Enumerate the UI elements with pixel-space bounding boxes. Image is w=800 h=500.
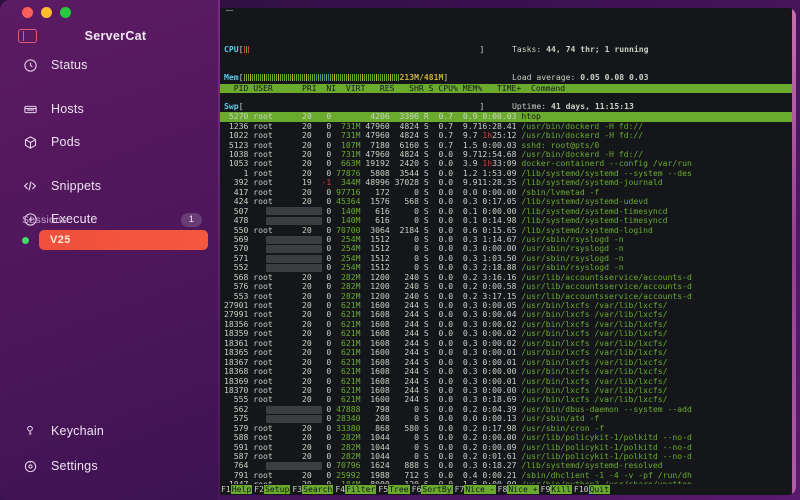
sidebar-item-label: Hosts xyxy=(51,102,84,116)
tasks-stat: Tasks: 44, 74 thr; 1 running xyxy=(512,43,649,55)
session-status-dot xyxy=(22,236,29,244)
sidebar-item-label: Settings xyxy=(51,459,98,473)
fn-label-f5[interactable]: Tree xyxy=(388,484,410,495)
sidebar-item-label: Snippets xyxy=(51,179,102,193)
fn-label-f7[interactable]: Nice - xyxy=(464,484,496,495)
session-list-item[interactable]: V25 xyxy=(0,230,220,250)
sidebar-item-pods[interactable]: Pods xyxy=(0,127,220,157)
sidebar-header: ServerCat xyxy=(0,24,220,48)
cpu-meter-bar xyxy=(243,45,480,53)
window-traffic-lights xyxy=(22,7,71,18)
sidebar-item-label: Keychain xyxy=(51,424,105,438)
sessions-label: Sessions xyxy=(22,214,68,226)
fn-label-f1[interactable]: Help xyxy=(230,484,253,495)
minimize-button[interactable] xyxy=(41,7,52,18)
code-icon xyxy=(22,178,38,194)
fn-label-f6[interactable]: SortBy xyxy=(421,484,453,495)
gauge-icon xyxy=(22,57,38,73)
app-window: ServerCat Status Hosts Pods Snippets Exe… xyxy=(0,0,800,500)
close-button[interactable] xyxy=(22,7,33,18)
fn-key-f3[interactable]: F3 xyxy=(291,484,303,495)
sidebar-item-label: Status xyxy=(51,58,88,72)
fn-label-f8[interactable]: Nice + xyxy=(507,484,539,495)
process-table-header: PID USER PRI NI VIRT RES SHR S CPU% MEM%… xyxy=(220,83,796,94)
tasks-value: 44, 74 thr; 1 running xyxy=(546,43,649,54)
terminal-titlebar xyxy=(220,8,796,14)
sidebar-item-hosts[interactable]: Hosts xyxy=(0,94,220,124)
fn-key-f9[interactable]: F9 xyxy=(539,484,551,495)
fn-label-f9[interactable]: Kill xyxy=(550,484,572,495)
sidebar-item-label: Pods xyxy=(51,135,81,149)
sidebar-item-keychain[interactable]: Keychain xyxy=(0,416,220,446)
app-title: ServerCat xyxy=(84,29,147,43)
server-icon xyxy=(22,101,38,117)
sidebar-panel-icon[interactable] xyxy=(18,29,37,43)
fn-key-f1[interactable]: F1 xyxy=(220,484,231,495)
fn-label-f4[interactable]: Filter xyxy=(345,484,377,495)
sessions-count-badge: 1 xyxy=(180,213,202,227)
tasks-label: Tasks: xyxy=(512,43,542,54)
sessions-header: Sessions 1 xyxy=(0,210,220,230)
sidebar-bottom-nav: Keychain Settings xyxy=(0,416,220,486)
fn-label-f2[interactable]: Setup xyxy=(264,484,291,495)
fn-key-f7[interactable]: F7 xyxy=(453,484,465,495)
zoom-button[interactable] xyxy=(60,7,71,18)
fn-label-f10[interactable]: Quit xyxy=(588,484,610,495)
fn-key-f6[interactable]: F6 xyxy=(410,484,422,495)
fn-key-f5[interactable]: F5 xyxy=(377,484,389,495)
fn-key-f10[interactable]: F10 xyxy=(572,484,589,495)
key-icon xyxy=(22,423,38,439)
gear-icon xyxy=(22,458,38,474)
sidebar-item-snippets[interactable]: Snippets xyxy=(0,171,220,201)
fn-key-f8[interactable]: F8 xyxy=(496,484,508,495)
cube-icon xyxy=(22,134,38,150)
sidebar-item-settings[interactable]: Settings xyxy=(0,451,220,481)
session-name[interactable]: V25 xyxy=(39,230,208,250)
process-rows[interactable]: 5270 root 20 0 29100 4206 3396 R 0.7 0.9… xyxy=(220,112,796,495)
fn-key-f4[interactable]: F4 xyxy=(334,484,346,495)
fn-label-f3[interactable]: Search xyxy=(302,484,334,495)
cpu-meter: CPU[] xyxy=(224,43,485,54)
sidebar-nav: Status Hosts Pods Snippets Execute xyxy=(0,50,220,237)
sidebar: ServerCat Status Hosts Pods Snippets Exe… xyxy=(0,0,220,500)
sidebar-item-status[interactable]: Status xyxy=(0,50,220,80)
fn-key-f2[interactable]: F2 xyxy=(253,484,264,495)
cpu-meter-label: CPU xyxy=(224,43,239,54)
terminal-dash xyxy=(226,10,233,11)
terminal-htop[interactable]: CPU[] Mem[213M/481M] Swp[] Tasks: 44, 74… xyxy=(220,8,796,495)
process-table[interactable]: PID USER PRI NI VIRT RES SHR S CPU% MEM%… xyxy=(220,65,796,495)
function-key-bar[interactable]: F1 Help F2 Setup F3 Search F4 Filter F5 Tree F6 Sor… xyxy=(220,484,796,495)
